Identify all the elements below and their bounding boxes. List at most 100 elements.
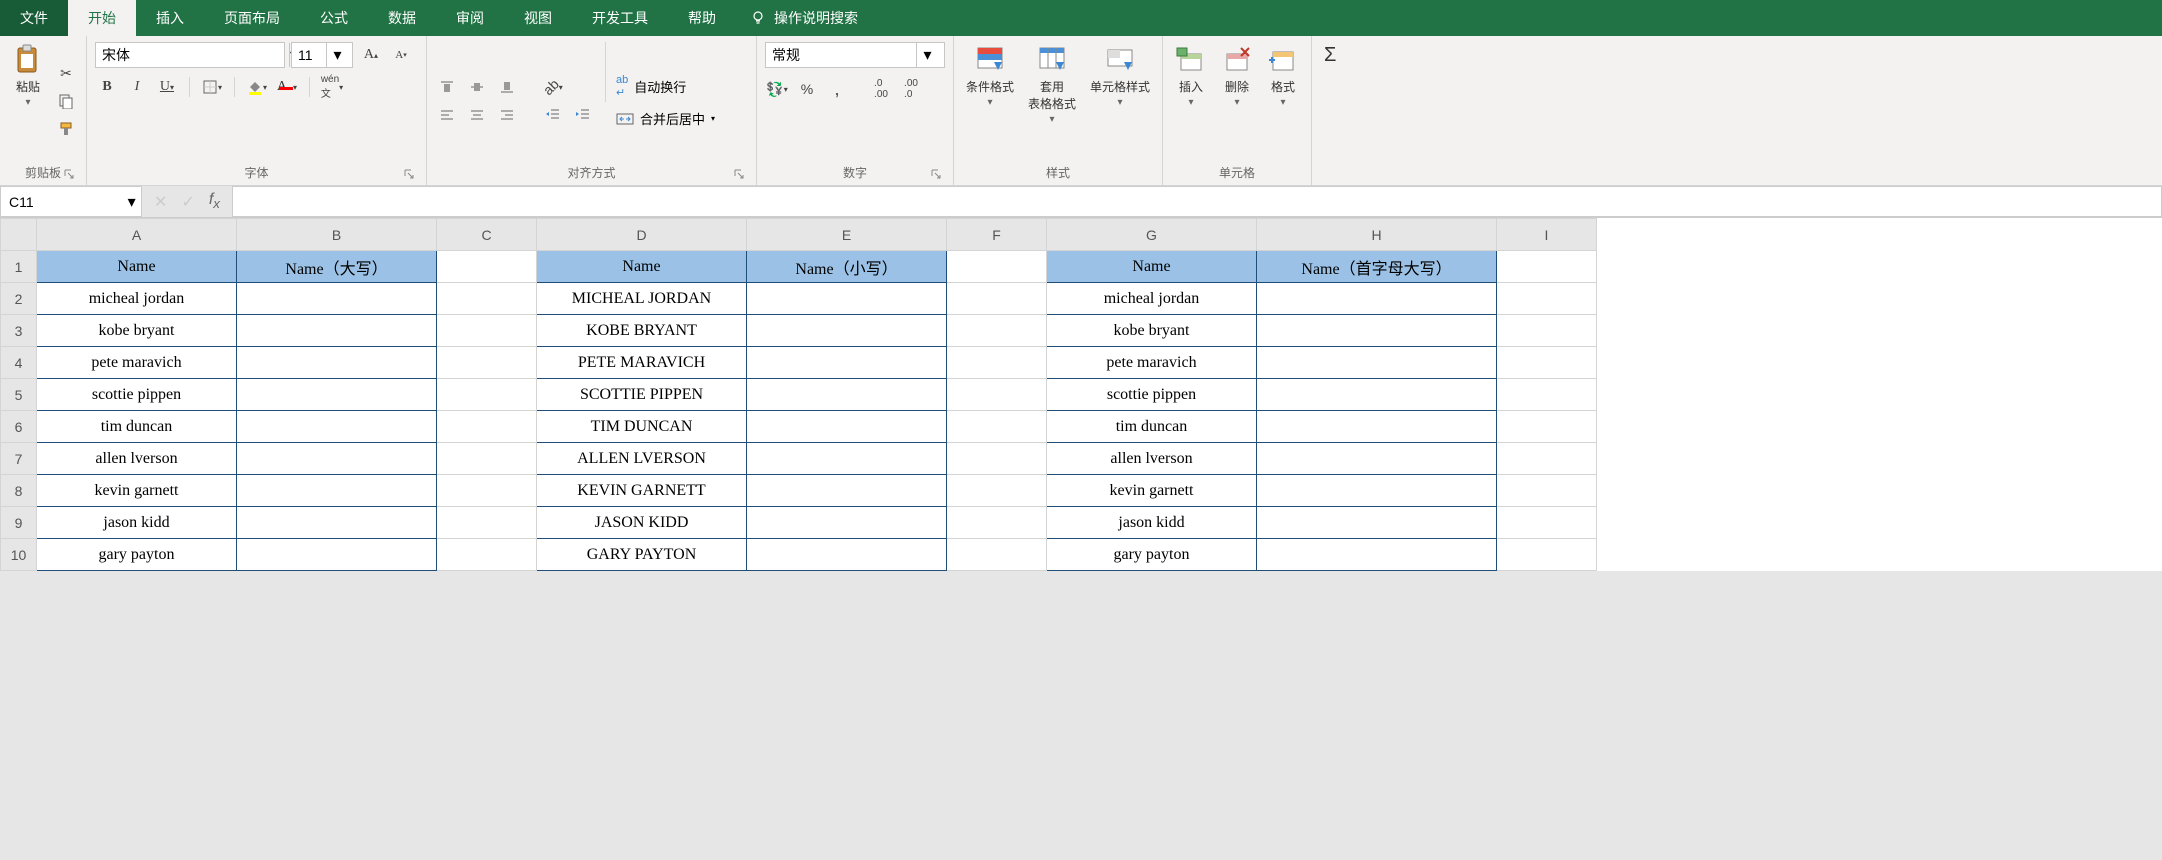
percent-button[interactable]: %	[795, 78, 819, 100]
column-header[interactable]: F	[947, 219, 1047, 251]
cancel-formula-button[interactable]: ✕	[154, 192, 167, 212]
chevron-down-icon[interactable]: ▾	[916, 43, 938, 67]
align-left-button[interactable]	[435, 104, 459, 126]
decrease-decimal-button[interactable]: .00.0	[899, 78, 923, 100]
number-format-input[interactable]	[766, 43, 916, 67]
font-name-input[interactable]	[96, 43, 289, 67]
font-name-combo[interactable]: ▾	[95, 42, 285, 68]
cell[interactable]: JASON KIDD	[537, 507, 747, 539]
cell[interactable]	[947, 315, 1047, 347]
cell[interactable]: TIM DUNCAN	[537, 411, 747, 443]
cell[interactable]: GARY PAYTON	[537, 539, 747, 571]
font-size-input[interactable]	[292, 43, 326, 67]
cell[interactable]: SCOTTIE PIPPEN	[537, 379, 747, 411]
cell[interactable]: kobe bryant	[37, 315, 237, 347]
cell[interactable]	[747, 443, 947, 475]
format-as-table-button[interactable]: 套用 表格格式▾	[1024, 42, 1080, 127]
cell[interactable]	[437, 443, 537, 475]
alignment-dialog-launcher[interactable]	[732, 167, 746, 181]
name-box[interactable]: ▾	[0, 186, 142, 217]
cell[interactable]	[1257, 475, 1497, 507]
cell[interactable]	[947, 443, 1047, 475]
wrap-text-button[interactable]: ab↵ 自动换行	[616, 74, 715, 99]
autosum-button[interactable]: Σ	[1320, 42, 1340, 69]
cell[interactable]	[437, 411, 537, 443]
cell[interactable]	[1497, 379, 1597, 411]
cell[interactable]: jason kidd	[37, 507, 237, 539]
cell[interactable]: gary payton	[1047, 539, 1257, 571]
cell[interactable]: Name（大写）	[237, 251, 437, 283]
row-header[interactable]: 2	[1, 283, 37, 315]
orientation-button[interactable]: ab▾	[541, 76, 565, 98]
format-painter-button[interactable]	[54, 118, 78, 140]
cell[interactable]: micheal jordan	[1047, 283, 1257, 315]
cell[interactable]: pete maravich	[37, 347, 237, 379]
merge-center-button[interactable]: 合并后居中 ▾	[616, 109, 715, 128]
cell[interactable]	[437, 507, 537, 539]
tab-view[interactable]: 视图	[504, 0, 572, 36]
cell[interactable]	[237, 315, 437, 347]
cell[interactable]: kevin garnett	[37, 475, 237, 507]
cell[interactable]	[1497, 539, 1597, 571]
cell[interactable]	[747, 315, 947, 347]
cell[interactable]	[1497, 251, 1597, 283]
format-cells-button[interactable]: 格式▾	[1263, 42, 1303, 110]
cell[interactable]	[1497, 283, 1597, 315]
paste-button[interactable]: 粘贴 ▾	[8, 42, 48, 110]
align-center-button[interactable]	[465, 104, 489, 126]
align-middle-button[interactable]	[465, 76, 489, 98]
cell[interactable]	[947, 475, 1047, 507]
cell[interactable]	[947, 283, 1047, 315]
cell[interactable]: pete maravich	[1047, 347, 1257, 379]
cut-button[interactable]: ✂	[54, 62, 78, 84]
phonetic-button[interactable]: wén文▾	[320, 76, 344, 98]
align-bottom-button[interactable]	[495, 76, 519, 98]
cell[interactable]	[747, 475, 947, 507]
borders-button[interactable]: ▾	[200, 76, 224, 98]
cell[interactable]: ALLEN LVERSON	[537, 443, 747, 475]
cell[interactable]	[747, 539, 947, 571]
tab-help[interactable]: 帮助	[668, 0, 736, 36]
formula-input[interactable]	[233, 187, 2161, 216]
enter-formula-button[interactable]: ✓	[181, 192, 194, 212]
cell[interactable]	[747, 347, 947, 379]
cell[interactable]	[1497, 411, 1597, 443]
tell-me-search[interactable]: 操作说明搜索	[736, 0, 872, 36]
cell[interactable]	[1257, 315, 1497, 347]
align-right-button[interactable]	[495, 104, 519, 126]
cell[interactable]: micheal jordan	[37, 283, 237, 315]
italic-button[interactable]: I	[125, 76, 149, 98]
cell[interactable]	[747, 411, 947, 443]
row-header[interactable]: 10	[1, 539, 37, 571]
bold-button[interactable]: B	[95, 76, 119, 98]
cell[interactable]	[237, 347, 437, 379]
clipboard-dialog-launcher[interactable]	[62, 167, 76, 181]
conditional-format-button[interactable]: 条件格式▾	[962, 42, 1018, 110]
cell[interactable]	[437, 379, 537, 411]
cell[interactable]	[947, 411, 1047, 443]
column-header[interactable]: G	[1047, 219, 1257, 251]
cell-styles-button[interactable]: 单元格样式▾	[1086, 42, 1154, 110]
cell[interactable]: MICHEAL JORDAN	[537, 283, 747, 315]
cell[interactable]	[1257, 443, 1497, 475]
column-header[interactable]: I	[1497, 219, 1597, 251]
select-all-corner[interactable]	[1, 219, 37, 251]
cell[interactable]	[1257, 411, 1497, 443]
column-header[interactable]: H	[1257, 219, 1497, 251]
cell[interactable]	[747, 379, 947, 411]
cell[interactable]	[947, 347, 1047, 379]
cell[interactable]	[237, 475, 437, 507]
row-header[interactable]: 5	[1, 379, 37, 411]
cell[interactable]	[747, 283, 947, 315]
chevron-down-icon[interactable]: ▾	[122, 187, 141, 216]
cell[interactable]	[747, 507, 947, 539]
number-dialog-launcher[interactable]	[929, 167, 943, 181]
increase-indent-button[interactable]	[571, 104, 595, 126]
tab-developer[interactable]: 开发工具	[572, 0, 668, 36]
fx-button[interactable]: fx	[209, 191, 220, 211]
tab-review[interactable]: 审阅	[436, 0, 504, 36]
column-header[interactable]: D	[537, 219, 747, 251]
cell[interactable]	[1257, 347, 1497, 379]
cell[interactable]	[437, 251, 537, 283]
cell[interactable]	[437, 475, 537, 507]
